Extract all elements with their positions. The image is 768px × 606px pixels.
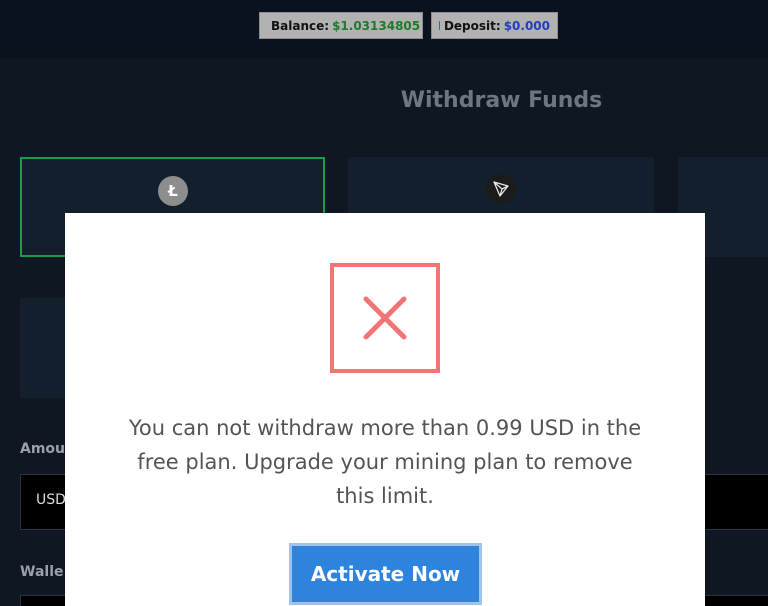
modal-message: You can not withdraw more than 0.99 USD … bbox=[128, 416, 642, 508]
modal-overlay: You can not withdraw more than 0.99 USD … bbox=[0, 0, 768, 606]
error-x-icon bbox=[330, 263, 440, 373]
activate-now-button[interactable]: Activate Now bbox=[289, 543, 482, 605]
error-modal: You can not withdraw more than 0.99 USD … bbox=[65, 213, 705, 606]
